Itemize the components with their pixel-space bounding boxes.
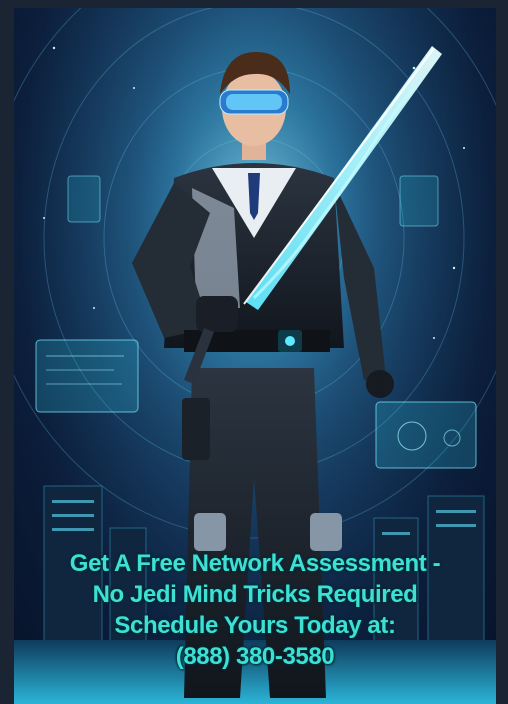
caption-line-phone: (888) 380-3580 bbox=[175, 643, 335, 670]
caption-line-cta: Schedule Yours Today at: bbox=[114, 612, 396, 639]
hologram-panel-left bbox=[35, 339, 139, 413]
image-frame: Get A Free Network Assessment - No Jedi … bbox=[0, 0, 508, 704]
hologram-panel-right bbox=[375, 401, 477, 469]
promo-poster: Get A Free Network Assessment - No Jedi … bbox=[14, 8, 496, 704]
hologram-tile bbox=[399, 175, 439, 227]
hologram-tile bbox=[67, 175, 101, 223]
caption-line-offer: Get A Free Network Assessment - bbox=[69, 550, 441, 577]
caption-line-tagline: No Jedi Mind Tricks Required bbox=[92, 581, 418, 608]
poster-caption: Get A Free Network Assessment - No Jedi … bbox=[14, 548, 496, 672]
